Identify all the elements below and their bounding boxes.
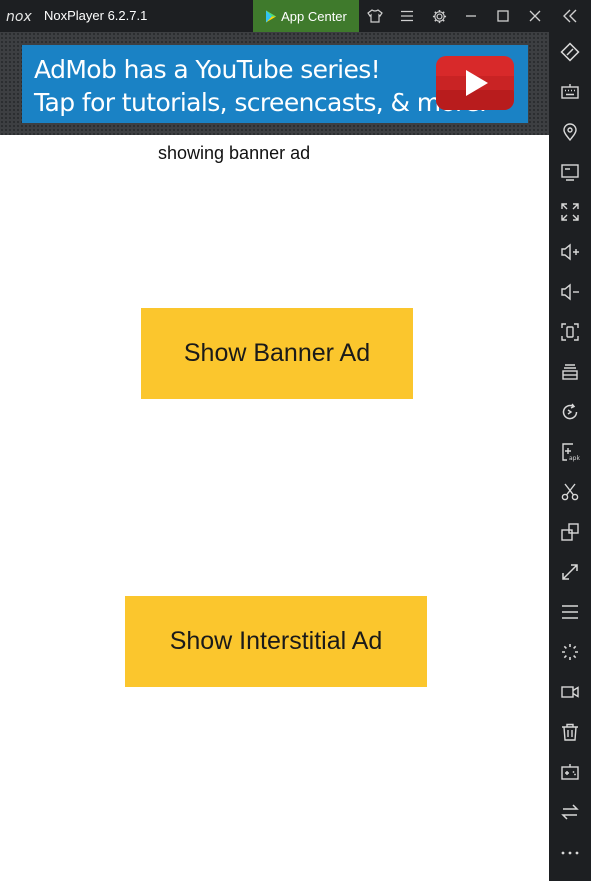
sidebar-item-menu[interactable] — [558, 600, 582, 624]
sidebar-item-multi-instance[interactable] — [558, 360, 582, 384]
location-icon — [563, 123, 577, 142]
nox-logo-icon: nox — [6, 9, 32, 24]
add-apk-icon: apk — [562, 443, 580, 462]
sidebar-item-more[interactable] — [558, 840, 582, 864]
show-interstitial-ad-label: Show Interstitial Ad — [169, 627, 383, 655]
collapse-sidebar-icon — [563, 9, 577, 23]
sidebar-item-video-record[interactable] — [558, 680, 582, 704]
banner-ad[interactable]: AdMob has a YouTube series! Tap for tuto… — [22, 45, 528, 123]
close-button[interactable] — [525, 6, 545, 26]
sidebar-item-fullscreen[interactable] — [558, 200, 582, 224]
sidebar-item-refresh[interactable] — [558, 400, 582, 424]
gamepad-icon — [561, 764, 579, 780]
app-center-button[interactable]: App Center — [253, 0, 359, 32]
gear-icon — [432, 9, 446, 23]
multi-instance-icon — [562, 364, 578, 380]
sync-icon — [561, 804, 579, 820]
fullscreen-icon — [561, 203, 579, 221]
maximize-icon — [497, 10, 509, 22]
skin-button[interactable] — [365, 6, 385, 26]
loading-icon — [562, 644, 578, 660]
sidebar-item-screen[interactable] — [558, 160, 582, 184]
banner-ad-headline: AdMob has a YouTube series! — [34, 55, 381, 84]
show-banner-ad-button[interactable]: Show Banner Ad — [141, 308, 413, 399]
minimize-icon — [466, 15, 476, 17]
show-banner-ad-label: Show Banner Ad — [183, 339, 371, 367]
app-center-label: App Center — [281, 8, 347, 24]
svg-text:nox: nox — [6, 9, 32, 24]
sidebar-item-trash[interactable] — [558, 720, 582, 744]
ad-status-text: showing banner ad — [158, 143, 311, 163]
collapse-sidebar-button[interactable] — [560, 6, 580, 26]
menu-button[interactable] — [397, 6, 417, 26]
show-interstitial-ad-button[interactable]: Show Interstitial Ad — [125, 596, 427, 687]
rotate-screen-icon — [560, 42, 580, 62]
sidebar-item-location[interactable] — [558, 120, 582, 144]
sidebar-item-multi-window[interactable] — [558, 520, 582, 544]
sidebar-item-add-apk[interactable]: apk — [558, 440, 582, 464]
volume-down-icon — [561, 283, 579, 301]
sidebar-item-rotate[interactable] — [558, 40, 582, 64]
screen-icon — [561, 164, 579, 181]
multi-window-icon — [561, 523, 579, 541]
sidebar-item-resize[interactable] — [558, 560, 582, 584]
svg-text:apk: apk — [569, 455, 580, 462]
close-icon — [529, 10, 541, 22]
sidebar-item-volume-up[interactable] — [558, 240, 582, 264]
tshirt-icon — [367, 9, 383, 23]
scissors-icon — [561, 483, 579, 501]
sidebar-item-loading[interactable] — [558, 640, 582, 664]
banner-ad-subline: Tap for tutorials, screencasts, & more. — [34, 88, 487, 117]
title-bar: nox NoxPlayer 6.2.7.1 App Center — [0, 0, 591, 32]
settings-button[interactable] — [429, 6, 449, 26]
volume-up-icon — [561, 243, 579, 261]
resize-icon — [562, 564, 578, 580]
minimize-button[interactable] — [461, 6, 481, 26]
more-icon — [561, 851, 579, 855]
play-store-icon — [266, 10, 277, 22]
sidebar-item-gamepad[interactable] — [558, 760, 582, 784]
emulator-sidebar: apk — [549, 32, 591, 881]
sidebar-item-keyboard[interactable] — [558, 80, 582, 104]
sidebar-item-volume-down[interactable] — [558, 280, 582, 304]
screenshot-icon — [561, 323, 579, 341]
youtube-play-icon — [436, 56, 514, 110]
app-title: NoxPlayer 6.2.7.1 — [44, 8, 148, 23]
sidebar-item-scissors[interactable] — [558, 480, 582, 504]
sidebar-item-sync[interactable] — [558, 800, 582, 824]
menu-icon — [401, 10, 413, 22]
menu-icon — [562, 605, 578, 619]
maximize-button[interactable] — [493, 6, 513, 26]
banner-ad-container: AdMob has a YouTube series! Tap for tuto… — [0, 32, 549, 135]
sidebar-item-screenshot[interactable] — [558, 320, 582, 344]
refresh-icon — [562, 403, 578, 420]
keyboard-icon — [561, 84, 579, 99]
video-record-icon — [561, 686, 579, 698]
trash-icon — [562, 723, 578, 741]
